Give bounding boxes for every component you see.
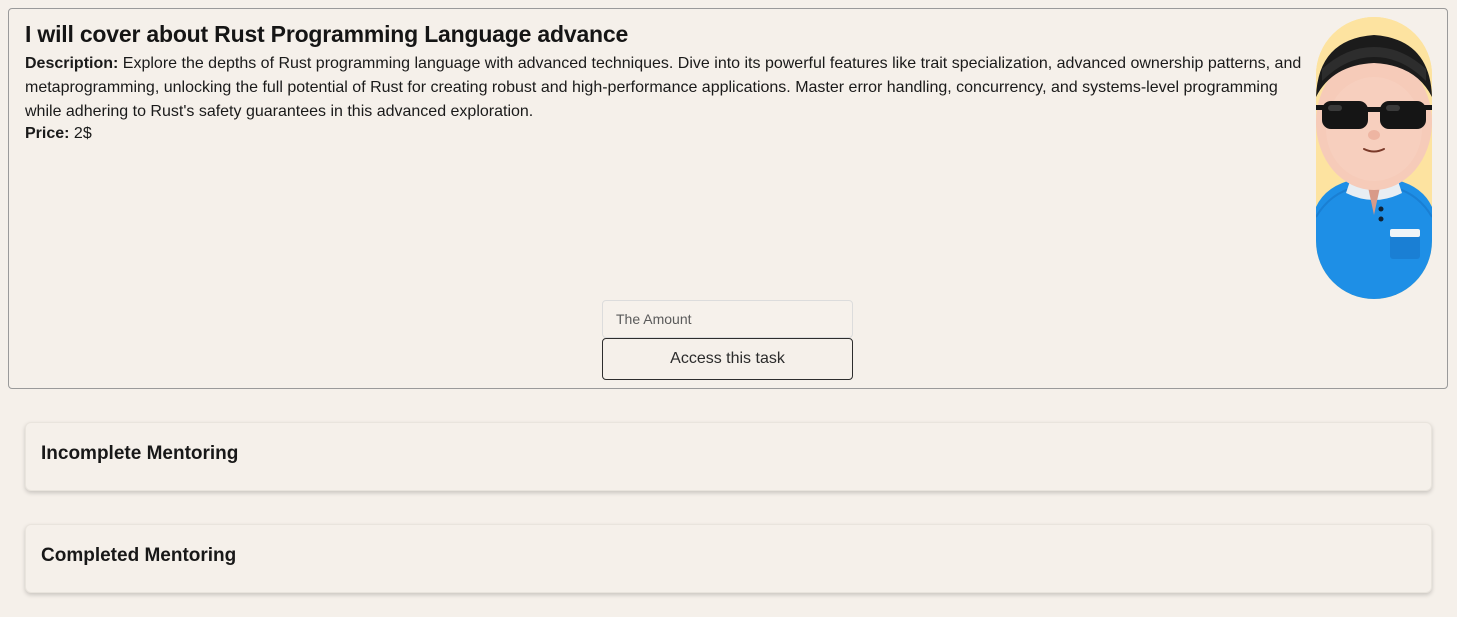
completed-mentoring-title: Completed Mentoring	[41, 545, 237, 566]
access-task-button[interactable]: Access this task	[602, 338, 853, 380]
amount-input[interactable]	[602, 300, 853, 338]
description-label: Description:	[25, 55, 119, 72]
incomplete-mentoring-title: Incomplete Mentoring	[41, 443, 239, 464]
task-card: I will cover about Rust Programming Lang…	[8, 8, 1448, 389]
task-description: Description: Explore the depths of Rust …	[25, 52, 1307, 124]
mentor-avatar	[1316, 17, 1432, 299]
task-price: Price: 2$	[25, 124, 92, 144]
price-label: Price:	[25, 125, 70, 142]
incomplete-mentoring-section[interactable]: Incomplete Mentoring	[25, 422, 1432, 491]
task-title: I will cover about Rust Programming Lang…	[25, 21, 629, 47]
completed-mentoring-section[interactable]: Completed Mentoring	[25, 524, 1432, 593]
price-value: 2$	[73, 125, 92, 142]
description-text: Explore the depths of Rust programming l…	[25, 55, 1302, 120]
